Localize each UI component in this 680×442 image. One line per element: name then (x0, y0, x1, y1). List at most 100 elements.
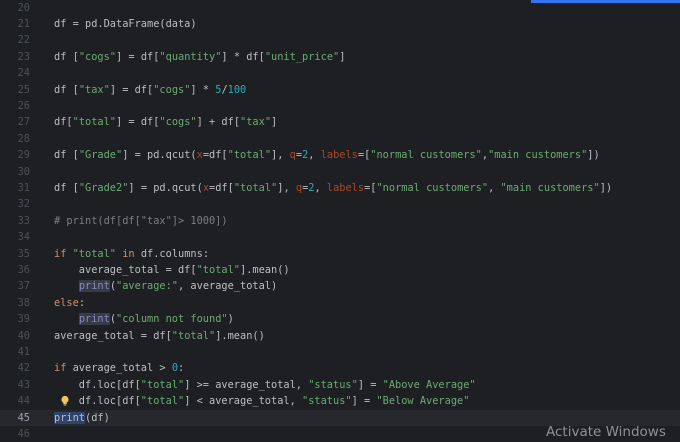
code-line[interactable]: 39 print("column not found") (0, 311, 680, 327)
code-text[interactable]: df ["cogs"] = df["quantity"] * df["unit_… (54, 49, 345, 65)
code-token: ] * (190, 83, 216, 96)
code-text[interactable]: df ["Grade"] = pd.qcut(x=df["total"], q=… (54, 147, 600, 163)
code-text[interactable]: print("average:", average_total) (54, 278, 277, 294)
code-token: # print(df[df["tax"]> 1000]) (54, 214, 228, 227)
line-number: 20 (17, 1, 30, 14)
code-text[interactable]: df = pd.DataFrame(data) (54, 16, 197, 32)
code-token: =df[ (202, 149, 228, 162)
code-text[interactable]: df ["tax"] = df["cogs"] * 5/100 (54, 82, 246, 98)
code-token: df.loc[df[ (54, 378, 141, 391)
code-line[interactable]: 31 df ["Grade2"] = pd.qcut(x=df["total"],… (0, 180, 680, 196)
code-token: ] < average_total, (184, 395, 302, 408)
line-number: 38 (17, 296, 30, 309)
code-line[interactable]: 25 df ["tax"] = df["cogs"] * 5/100 (0, 82, 680, 98)
code-line[interactable]: 40 average_total = df["total"].mean() (0, 328, 680, 344)
code-line[interactable]: 41 (0, 344, 680, 360)
code-line[interactable]: 27 df["total"] = df["cogs"] + df["tax"] (0, 114, 680, 130)
line-number: 46 (17, 427, 30, 440)
code-line[interactable]: 26 (0, 98, 680, 114)
code-token: "tax" (78, 83, 110, 96)
line-number: 21 (17, 17, 30, 30)
code-text[interactable]: print("column not found") (54, 311, 234, 327)
code-line[interactable]: 37 print("average:", average_total) (0, 278, 680, 294)
code-token: "unit_price" (264, 50, 340, 63)
code-token: ] = df[ (109, 83, 154, 96)
code-token: df [ (54, 149, 79, 162)
code-token: 100 (227, 83, 247, 96)
code-token: labels (320, 149, 358, 162)
code-token: "Grade" (78, 149, 123, 162)
code-line[interactable]: 33 # print(df[df["tax"]> 1000]) (0, 213, 680, 229)
code-token: if (54, 247, 73, 260)
code-line[interactable]: 38 else: (0, 295, 680, 311)
code-token: =[ (357, 149, 371, 162)
code-token: "total" (196, 263, 240, 276)
code-text[interactable]: df.loc[df["total"] < average_total, "sta… (54, 393, 470, 409)
code-line[interactable]: 32 (0, 196, 680, 212)
code-token: , (488, 181, 501, 194)
code-token: ].mean() (215, 329, 265, 342)
code-token: ] = (351, 395, 377, 408)
code-text[interactable]: df ["Grade2"] = pd.qcut(x=df["total"], q… (54, 180, 612, 196)
line-number: 42 (17, 362, 30, 375)
line-number: 22 (17, 34, 30, 47)
code-line[interactable]: 43 df.loc[df["total"] >= average_total, … (0, 377, 680, 393)
code-token: print (78, 313, 110, 326)
code-line[interactable]: 35 if "total" in df.columns: (0, 246, 680, 262)
code-token: "column not found" (116, 313, 228, 326)
line-number: 27 (17, 116, 30, 129)
line-number: 32 (17, 198, 30, 211)
code-token: "main customers" (488, 149, 588, 162)
line-number: 41 (17, 345, 30, 358)
code-line[interactable]: 24 (0, 65, 680, 81)
code-line[interactable]: 44 df.loc[df["total"] < average_total, "… (0, 393, 680, 409)
code-text[interactable]: average_total = df["total"].mean() (54, 262, 290, 278)
line-number: 25 (17, 83, 30, 96)
code-token: "total" (140, 378, 185, 391)
code-token: df.columns: (140, 247, 210, 260)
code-token: ] * df[ (221, 50, 265, 63)
code-token: else (54, 296, 79, 309)
code-line[interactable]: 22 (0, 32, 680, 48)
code-token: ].mean() (240, 263, 290, 276)
code-editor[interactable]: 20 21 df = pd.DataFrame(data) 22 23 df ["cogs… (0, 0, 680, 440)
code-token: "total" (140, 395, 185, 408)
code-line[interactable]: 23 df ["cogs"] = df["quantity"] * df["uni… (0, 49, 680, 65)
code-line[interactable]: 34 (0, 229, 680, 245)
code-token: "Below Average" (376, 395, 470, 408)
code-line[interactable]: 28 (0, 131, 680, 147)
code-token: "total" (72, 247, 117, 260)
code-line[interactable]: 36 average_total = df["total"].mean() (0, 262, 680, 278)
code-text[interactable]: else: (54, 295, 85, 311)
code-token: ] + df[ (196, 116, 241, 129)
line-number: 44 (17, 395, 30, 408)
code-line[interactable]: 30 (0, 164, 680, 180)
code-token: ] >= average_total, (184, 378, 309, 391)
code-line[interactable]: 29 df ["Grade"] = pd.qcut(x=df["total"], … (0, 147, 680, 163)
code-text[interactable]: if "total" in df.columns: (54, 246, 209, 262)
line-number: 28 (17, 132, 30, 145)
line-number: 30 (17, 165, 30, 178)
code-token: ] (271, 116, 278, 129)
line-number: 33 (17, 214, 30, 227)
code-token: ] (339, 50, 346, 63)
code-token: ], (271, 149, 290, 162)
code-token: average_total > (72, 362, 172, 375)
code-token: "Grade2" (78, 181, 129, 194)
lightbulb-icon[interactable] (60, 395, 70, 407)
code-token: "main customers" (500, 181, 600, 194)
code-text[interactable]: print(df) (54, 410, 110, 426)
code-token: average_total = df[ (54, 263, 197, 276)
code-token: average_total = df[ (54, 329, 172, 342)
code-line[interactable]: 42 if average_total > 0: (0, 360, 680, 376)
code-token: "average:" (116, 280, 179, 293)
code-text[interactable]: if average_total > 0: (54, 360, 184, 376)
code-token: "cogs" (78, 50, 117, 63)
code-text[interactable]: # print(df[df["tax"]> 1000]) (54, 213, 228, 229)
code-text[interactable]: df["total"] = df["cogs"] + df["tax"] (54, 114, 277, 130)
code-text[interactable]: average_total = df["total"].mean() (54, 328, 265, 344)
code-line[interactable]: 21 df = pd.DataFrame(data) (0, 16, 680, 32)
code-text[interactable]: df.loc[df["total"] >= average_total, "st… (54, 377, 476, 393)
